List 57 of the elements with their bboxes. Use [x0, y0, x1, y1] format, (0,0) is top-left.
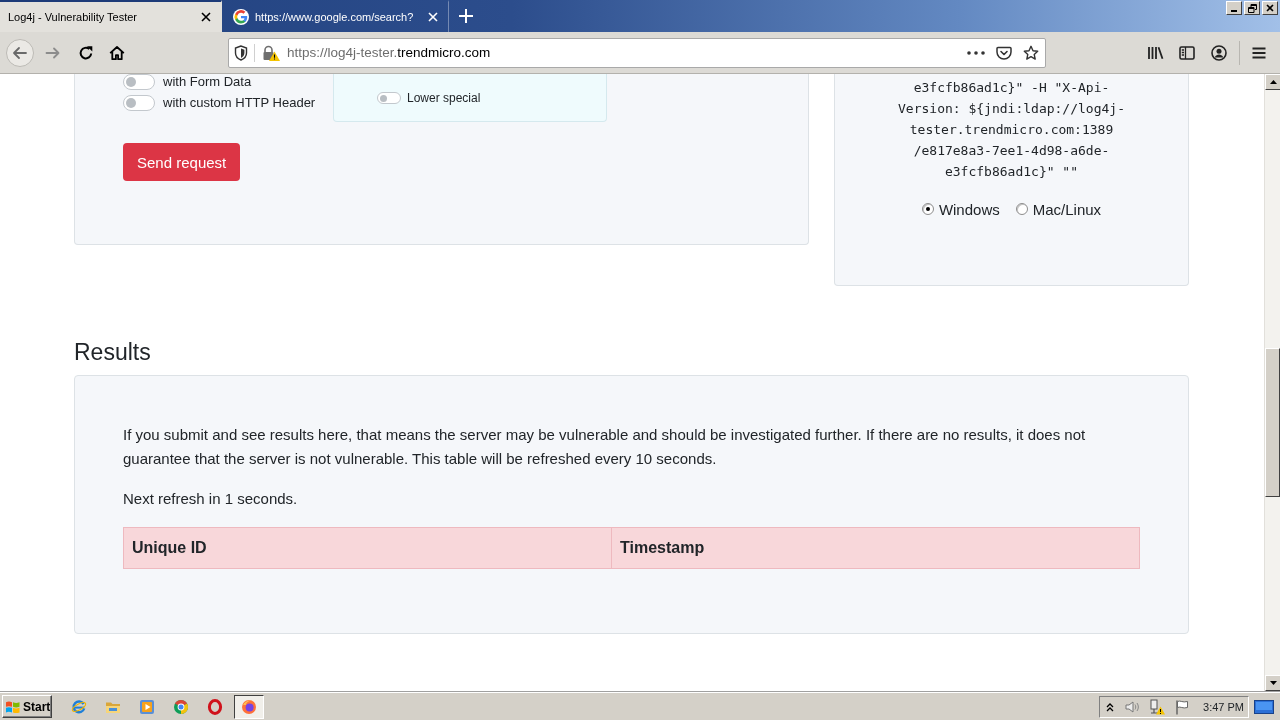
toggle-label: Lower special — [407, 90, 481, 106]
scroll-down-button[interactable] — [1265, 675, 1280, 691]
desktop-icon[interactable] — [1254, 699, 1274, 714]
results-description: If you submit and see results here, that means the server may be vulnerable and should be investigated further. If there are no results, it does not guarantee that the server is not vulnerable. This table will be refreshed every 10 seconds. — [123, 425, 1087, 469]
close-icon[interactable] — [200, 11, 212, 23]
scrollbar[interactable] — [1264, 74, 1280, 691]
wheel-logo-icon — [173, 698, 189, 715]
radio-label: Windows — [938, 200, 1000, 218]
clock-text: 3:47 PM — [1203, 700, 1244, 713]
e-logo-icon — [71, 698, 87, 715]
taskbar-button[interactable] — [234, 694, 264, 719]
column-header: Timestamp — [611, 527, 1140, 569]
network-warning-icon[interactable] — [1149, 698, 1166, 715]
toggle-label: with custom HTTP Header — [163, 95, 316, 111]
toggle-switch[interactable] — [123, 74, 155, 90]
command-text: e3fcfb86ad1c}" -H "X-Api- Version: ${jndi:ldap://log4j- tester.trendmicro.com:1389 /e817e8a3-7ee1-4d98-a6de- e3fcfb86ad1c}" "" — [897, 79, 1126, 181]
address-bar[interactable]: https://log4j-tester.trendmicro.com — [228, 37, 1046, 68]
toggle-label: with Form Data — [163, 74, 252, 90]
shield-icon — [234, 44, 248, 61]
more-icon[interactable] — [966, 50, 986, 55]
url-text: https://log4j-tester.trendmicro.com — [287, 45, 492, 60]
restore-button[interactable] — [1244, 1, 1260, 15]
reload-icon[interactable] — [78, 44, 94, 61]
browser-tab[interactable]: Log4j - Vulnerability Tester — [0, 0, 222, 32]
close-icon — [1266, 4, 1274, 12]
send-request-button[interactable]: Send request — [123, 143, 241, 181]
section-heading: Results — [74, 338, 151, 366]
close-button[interactable] — [1262, 1, 1278, 15]
restore-icon — [1247, 3, 1257, 13]
down-arrow-icon — [1269, 681, 1277, 685]
pocket-icon[interactable] — [996, 44, 1012, 61]
circle-logo-icon — [241, 698, 257, 715]
plus-icon[interactable] — [459, 9, 473, 23]
flag-icon[interactable] — [1174, 698, 1191, 715]
scrollbar-thumb[interactable] — [1265, 348, 1280, 497]
lock-warning-icon — [262, 44, 280, 61]
speaker-icon[interactable] — [1124, 698, 1141, 715]
refresh-countdown: Next refresh in 1 seconds. — [123, 489, 299, 509]
radio-button[interactable] — [921, 203, 934, 215]
o-logo-icon — [207, 698, 223, 715]
star-icon[interactable] — [1023, 44, 1039, 61]
sidebar-icon[interactable] — [1179, 44, 1195, 61]
library-icon[interactable] — [1147, 44, 1165, 61]
minimize-button[interactable] — [1226, 1, 1242, 15]
home-icon[interactable] — [109, 44, 125, 61]
play-icon — [139, 698, 155, 715]
radio-label: Mac/Linux — [1032, 200, 1102, 218]
chevron-up-icon[interactable] — [1106, 701, 1115, 712]
scroll-up-button[interactable] — [1265, 74, 1280, 90]
account-icon[interactable] — [1211, 44, 1227, 61]
toggle-switch[interactable] — [377, 92, 401, 104]
back-icon[interactable] — [6, 38, 34, 67]
up-arrow-icon — [1269, 80, 1277, 84]
start-button[interactable]: Start — [2, 695, 52, 718]
column-header: Unique ID — [123, 527, 612, 569]
toggle-switch[interactable] — [123, 95, 155, 111]
radio-button[interactable] — [1015, 203, 1028, 215]
